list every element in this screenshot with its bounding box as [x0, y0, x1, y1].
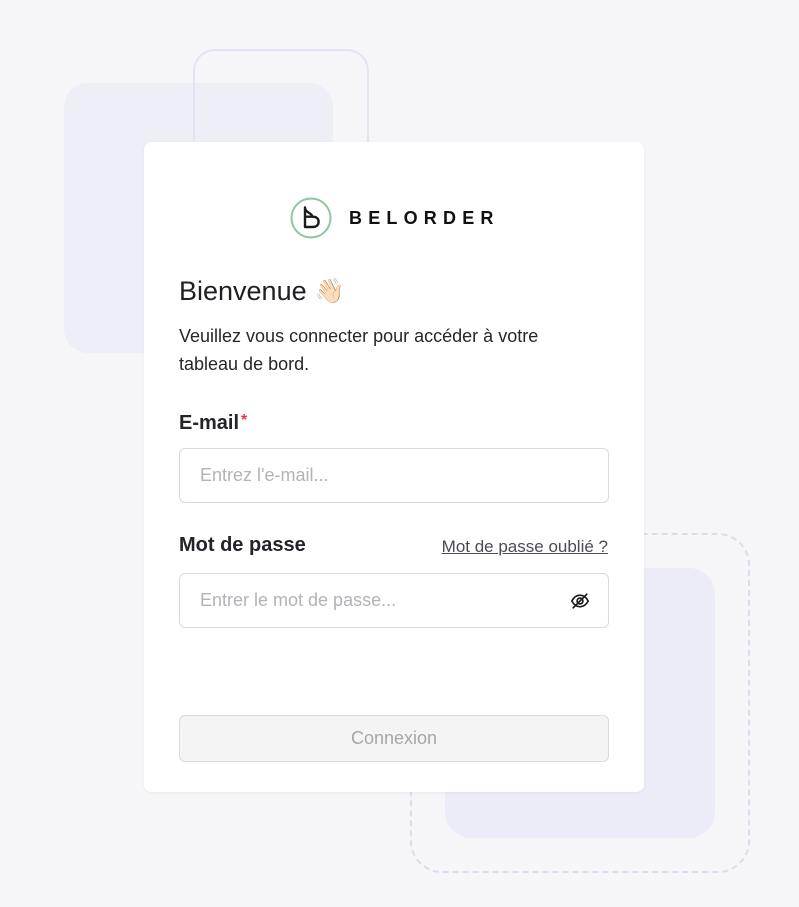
password-field-container — [179, 573, 609, 628]
belorder-b-logo-icon — [290, 197, 332, 239]
password-label: Mot de passe — [179, 534, 306, 556]
page-subtitle: Veuillez vous connecter pour accéder à v… — [179, 326, 539, 374]
login-submit-button[interactable]: Connexion — [179, 715, 609, 762]
email-label: E-mail * — [179, 412, 247, 435]
eye-slash-icon[interactable] — [570, 591, 590, 611]
brand-logo: BELORDER — [290, 197, 500, 239]
password-input[interactable] — [180, 574, 608, 627]
email-field-container — [179, 448, 609, 503]
email-input[interactable] — [180, 449, 608, 502]
required-marker: * — [241, 412, 248, 429]
waving-hand-icon: 👋🏻 — [314, 278, 345, 305]
brand-name: BELORDER — [349, 207, 500, 228]
login-card: BELORDER Bienvenue 👋🏻 Veuillez vous conn… — [144, 142, 644, 792]
email-label-text: E-mail — [179, 412, 240, 434]
forgot-password-link[interactable]: Mot de passe oublié ? — [442, 537, 608, 557]
page-title: Bienvenue 👋🏻 — [179, 276, 345, 307]
title-text: Bienvenue — [179, 276, 307, 306]
